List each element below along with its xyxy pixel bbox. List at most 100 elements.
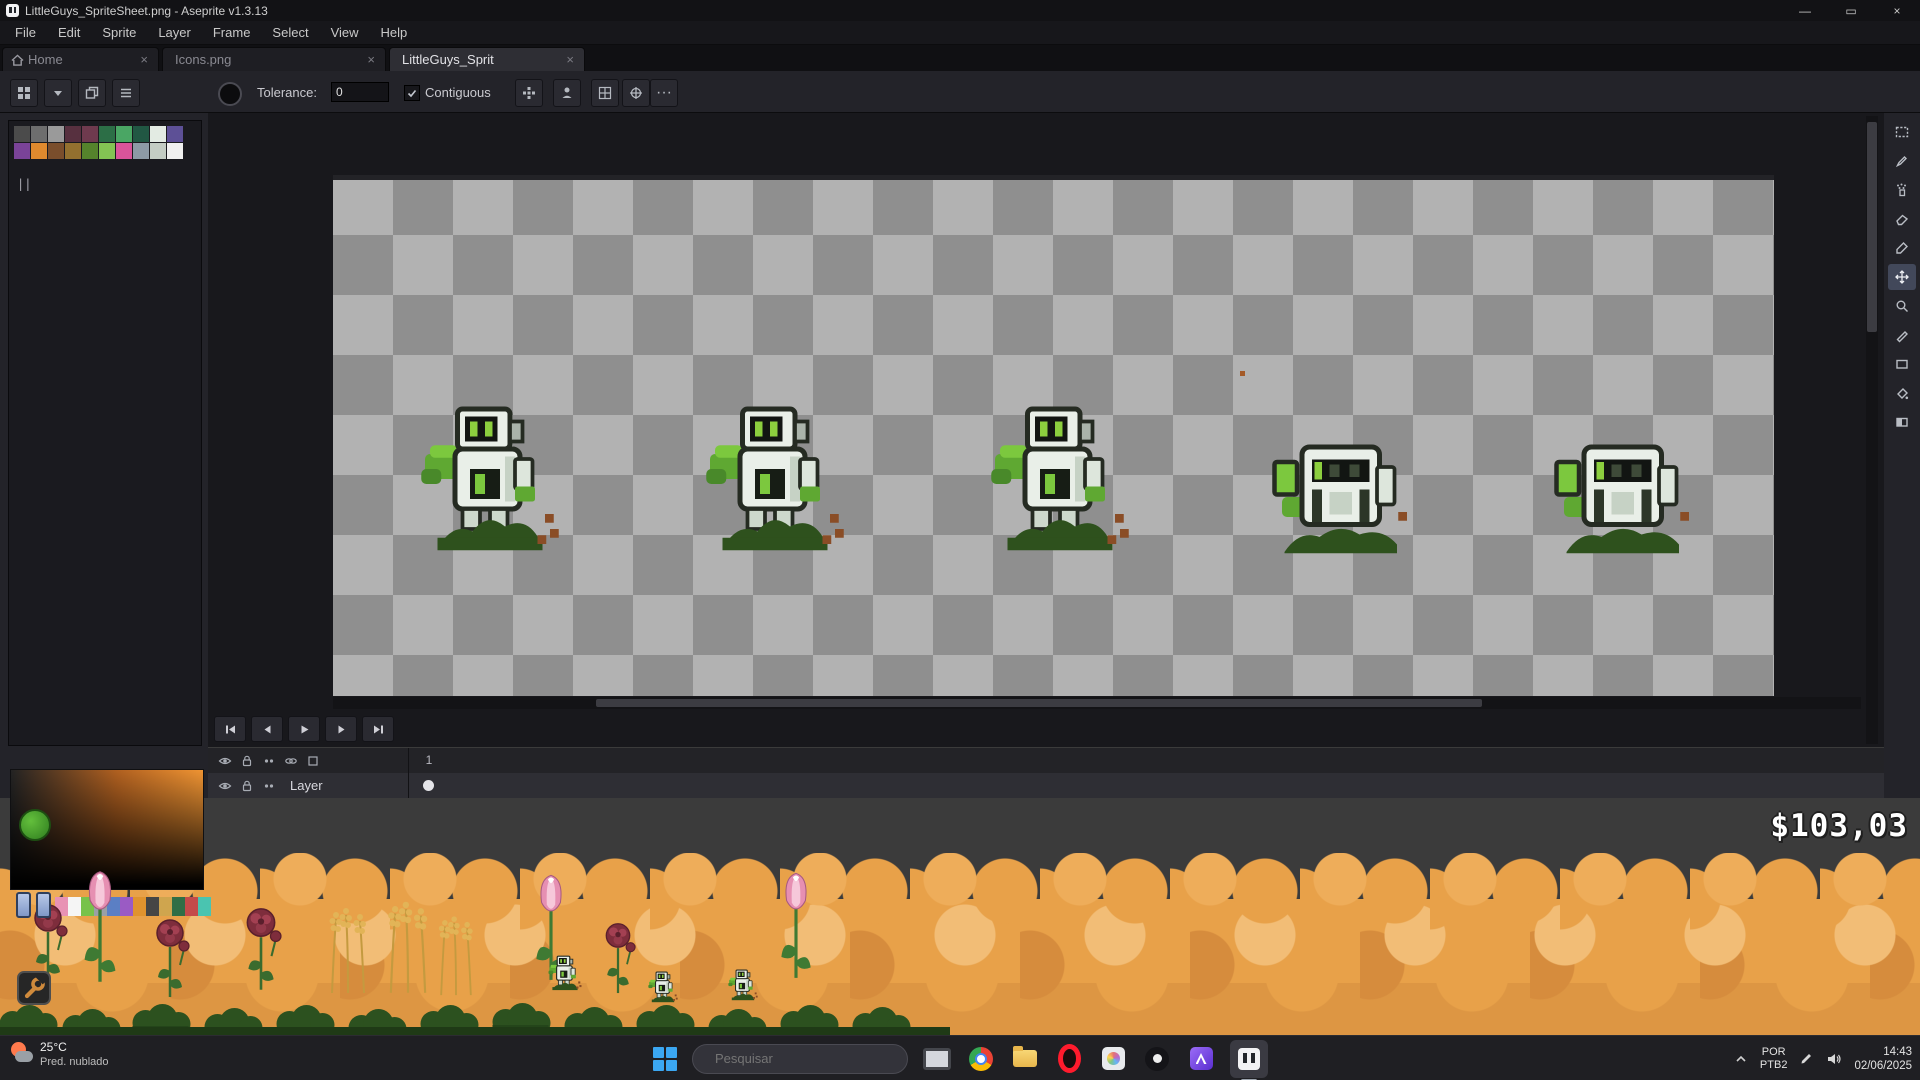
palette-swatch[interactable] xyxy=(31,126,47,142)
cel-indicator[interactable] xyxy=(423,780,434,791)
tolerance-input[interactable] xyxy=(331,82,389,102)
paint-bucket-tool-icon[interactable] xyxy=(1888,380,1916,406)
menu-item[interactable]: View xyxy=(320,22,370,43)
eyedropper-tool-icon[interactable] xyxy=(1888,235,1916,261)
spray-tool-icon[interactable] xyxy=(1888,177,1916,203)
tab-close-icon[interactable]: × xyxy=(564,52,576,67)
first-frame-button[interactable] xyxy=(214,716,246,742)
previous-frame-button[interactable] xyxy=(251,716,283,742)
clock[interactable]: 14:43 02/06/2025 xyxy=(1854,1045,1912,1073)
close-button[interactable]: × xyxy=(1874,0,1920,21)
tab-icons-png[interactable]: Icons.png × xyxy=(162,47,386,71)
palette-swatch[interactable] xyxy=(82,126,98,142)
menu-item[interactable]: Help xyxy=(370,22,419,43)
marquee-tool-icon[interactable] xyxy=(1888,119,1916,145)
palette-swatch[interactable] xyxy=(65,143,81,159)
contiguous-checkbox[interactable] xyxy=(404,85,420,101)
volume-icon[interactable] xyxy=(1826,1051,1842,1067)
visibility-column-icon[interactable] xyxy=(214,752,236,770)
palette-swatch[interactable] xyxy=(167,143,183,159)
next-frame-button[interactable] xyxy=(325,716,357,742)
palette-swatch[interactable] xyxy=(116,143,132,159)
aseprite-taskbar-icon[interactable] xyxy=(1230,1040,1268,1078)
palette-copy-button[interactable] xyxy=(78,79,106,107)
start-button[interactable] xyxy=(652,1046,678,1072)
slice-tool-icon[interactable] xyxy=(1888,322,1916,348)
settings-button[interactable] xyxy=(17,971,51,1005)
palette-swatch[interactable] xyxy=(65,126,81,142)
vertical-scrollbar[interactable] xyxy=(1866,116,1878,744)
palette-swatch[interactable] xyxy=(167,126,183,142)
foreground-color-indicator[interactable] xyxy=(19,809,51,841)
palette-swatch[interactable] xyxy=(99,143,115,159)
menu-item[interactable]: Layer xyxy=(147,22,202,43)
tab-close-icon[interactable]: × xyxy=(138,52,150,67)
move-tool-icon[interactable] xyxy=(1888,264,1916,290)
pause-button[interactable] xyxy=(16,892,56,918)
maximize-button[interactable]: ▭ xyxy=(1828,0,1874,21)
palette-swatch[interactable] xyxy=(48,126,64,142)
palette-sort-button[interactable] xyxy=(10,79,38,107)
palette-swatch[interactable] xyxy=(82,143,98,159)
language-indicator[interactable]: POR PTB2 xyxy=(1760,1046,1788,1072)
palette-swatch[interactable] xyxy=(48,143,64,159)
task-view-icon[interactable] xyxy=(922,1044,952,1074)
expand-timeline-icon[interactable] xyxy=(302,752,324,770)
eraser-tool-icon[interactable] xyxy=(1888,206,1916,232)
sprite-canvas[interactable] xyxy=(333,175,1774,696)
palette-swatch[interactable] xyxy=(116,126,132,142)
tab-littleguys-spritesheet[interactable]: LittleGuys_Sprit × xyxy=(389,47,585,71)
layer-row[interactable]: Layer xyxy=(208,773,1884,798)
gradient-tool-icon[interactable] xyxy=(1888,409,1916,435)
continuous-column-icon[interactable] xyxy=(258,752,280,770)
stamp-mode-icon[interactable] xyxy=(553,79,581,107)
palette-swatch[interactable] xyxy=(99,126,115,142)
menu-item[interactable]: Select xyxy=(261,22,319,43)
palette-swatch[interactable] xyxy=(150,143,166,159)
game-app-icon[interactable] xyxy=(1142,1044,1172,1074)
file-explorer-icon[interactable] xyxy=(1010,1044,1040,1074)
lock-column-icon[interactable] xyxy=(236,752,258,770)
menu-item[interactable]: Sprite xyxy=(91,22,147,43)
palette-menu-button[interactable] xyxy=(112,79,140,107)
weather-widget[interactable]: 25°C Pred. nublado xyxy=(10,1040,109,1069)
palette-swatch[interactable] xyxy=(31,143,47,159)
palette-presets-button[interactable] xyxy=(44,79,72,107)
link-cels-icon[interactable] xyxy=(280,752,302,770)
brush-preview-icon[interactable] xyxy=(218,82,242,106)
chrome-icon[interactable] xyxy=(966,1044,996,1074)
layer-name[interactable]: Layer xyxy=(290,778,323,793)
palette-swatch[interactable] xyxy=(150,126,166,142)
palette-swatch[interactable] xyxy=(133,126,149,142)
horizontal-scrollbar-thumb[interactable] xyxy=(596,699,1482,707)
vertical-scrollbar-thumb[interactable] xyxy=(1867,122,1877,332)
purple-app-icon[interactable] xyxy=(1186,1044,1216,1074)
minimize-button[interactable]: — xyxy=(1782,0,1828,21)
tab-close-icon[interactable]: × xyxy=(365,52,377,67)
opera-icon[interactable] xyxy=(1054,1044,1084,1074)
palette-swatch[interactable] xyxy=(14,126,30,142)
symmetry-icon[interactable] xyxy=(622,79,650,107)
search-box[interactable] xyxy=(692,1044,908,1074)
layer-visibility-icon[interactable] xyxy=(214,777,236,795)
layer-lock-icon[interactable] xyxy=(236,777,258,795)
tab-home[interactable]: Home × xyxy=(2,47,159,71)
palette-swatch[interactable] xyxy=(133,143,149,159)
horizontal-scrollbar[interactable] xyxy=(333,697,1861,709)
menu-item[interactable]: Frame xyxy=(202,22,262,43)
palette-swatch[interactable] xyxy=(14,143,30,159)
menu-item[interactable]: File xyxy=(4,22,47,43)
pen-icon[interactable] xyxy=(1799,1051,1814,1066)
frame-number[interactable]: 1 xyxy=(412,753,446,767)
layer-continuous-icon[interactable] xyxy=(258,777,280,795)
menu-item[interactable]: Edit xyxy=(47,22,91,43)
pixel-connectivity-icon[interactable] xyxy=(515,79,543,107)
play-button[interactable] xyxy=(288,716,320,742)
photos-icon[interactable] xyxy=(1098,1044,1128,1074)
zoom-tool-icon[interactable] xyxy=(1888,293,1916,319)
hidden-icons-chevron[interactable] xyxy=(1734,1052,1748,1066)
search-input[interactable] xyxy=(713,1050,893,1067)
overflow-menu-icon[interactable]: ··· xyxy=(650,79,678,107)
rectangle-tool-icon[interactable] xyxy=(1888,351,1916,377)
pencil-tool-icon[interactable] xyxy=(1888,148,1916,174)
